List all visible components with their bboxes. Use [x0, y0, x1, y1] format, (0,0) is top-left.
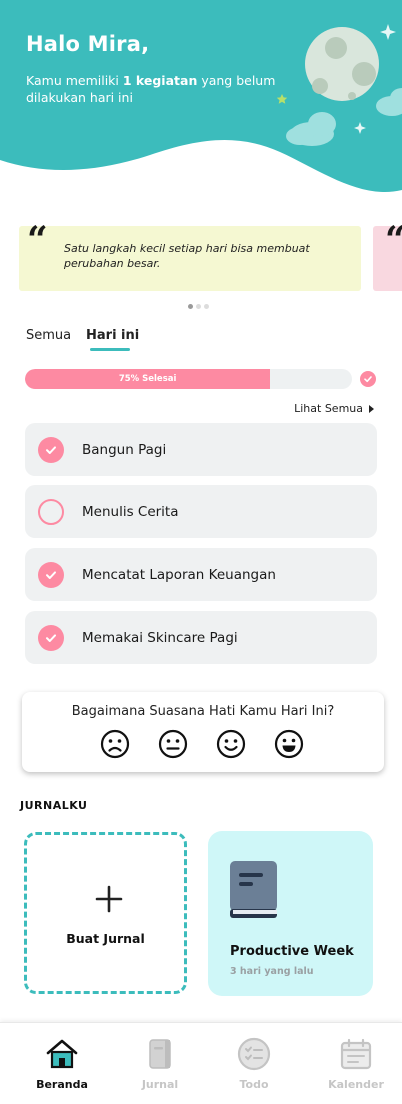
progress-label: 75% Selesai [118, 374, 177, 384]
neutral-face-icon[interactable] [158, 729, 188, 759]
carousel-dot[interactable] [196, 304, 201, 309]
checkbox-unchecked[interactable] [38, 498, 64, 525]
nav-label: Todo [239, 1078, 269, 1091]
mood-card: Bagaimana Suasana Hati Kamu Hari Ini? [22, 692, 384, 772]
task-item[interactable]: Menulis Cerita [25, 485, 377, 538]
tab-hari-ini[interactable]: Hari ini [86, 328, 139, 343]
task-label: Bangun Pagi [82, 441, 167, 458]
task-item[interactable]: Memakai Skincare Pagi [25, 611, 377, 664]
quote-mark-icon: “ [27, 219, 48, 261]
carousel-dot-active[interactable] [188, 304, 193, 309]
nav-label: Beranda [36, 1078, 88, 1091]
grin-face-icon[interactable] [274, 729, 304, 759]
mood-question: Bagaimana Suasana Hati Kamu Hari Ini? [71, 704, 335, 719]
progress-bar: 75% Selesai [25, 369, 352, 389]
create-journal-button[interactable]: Buat Jurnal [24, 832, 187, 994]
carousel-dot[interactable] [204, 304, 209, 309]
checkbox-checked[interactable] [38, 436, 64, 463]
smile-face-icon[interactable] [216, 729, 246, 759]
carousel-pagination [188, 304, 209, 309]
task-item[interactable]: Bangun Pagi [25, 423, 377, 476]
task-label: Menulis Cerita [82, 503, 179, 520]
book-icon [230, 861, 277, 918]
journal-entry-card[interactable]: Productive Week 3 hari yang lalu [208, 831, 373, 996]
journal-entry-date: 3 hari yang lalu [230, 966, 314, 977]
todo-icon [237, 1037, 271, 1071]
quote-card-next[interactable]: “ [373, 222, 402, 291]
task-label: Memakai Skincare Pagi [82, 629, 238, 646]
nav-label: Jurnal [141, 1078, 179, 1091]
journal-icon [149, 1039, 171, 1069]
moon-icon [305, 27, 379, 101]
progress-check-icon [360, 371, 376, 387]
see-all-label: Lihat Semua [294, 402, 363, 415]
quote-text: Satu langkah kecil setiap hari bisa memb… [64, 242, 310, 270]
header: Halo Mira, Kamu memiliki 1 kegiatan yang… [0, 0, 402, 205]
mood-options [100, 729, 304, 759]
task-label: Mencatat Laporan Keuangan [82, 566, 276, 583]
journal-section-title: JURNALKU [20, 799, 88, 812]
calendar-icon [340, 1038, 372, 1070]
tab-semua[interactable]: Semua [26, 328, 71, 343]
pending-count: 1 kegiatan [122, 73, 198, 88]
greeting-title: Halo Mira, [26, 32, 150, 56]
nav-item-beranda[interactable]: Beranda [22, 1037, 102, 1091]
active-tab-indicator [90, 348, 130, 351]
task-item[interactable]: Mencatat Laporan Keuangan [25, 548, 377, 601]
nav-item-jurnal[interactable]: Jurnal [120, 1037, 200, 1091]
quote-mark-icon: “ [385, 222, 402, 258]
journal-entry-title: Productive Week [230, 944, 354, 959]
quote-card[interactable]: “ Satu langkah kecil setiap hari bisa me… [19, 222, 361, 291]
see-all-link[interactable]: Lihat Semua [294, 402, 374, 415]
create-journal-label: Buat Jurnal [66, 931, 145, 946]
plus-icon [95, 885, 123, 913]
nav-label: Kalender [328, 1078, 384, 1091]
checkbox-checked[interactable] [38, 624, 64, 651]
nav-item-kalender[interactable]: Kalender [316, 1037, 396, 1091]
checkmark-icon [46, 570, 56, 579]
pending-activity-summary: Kamu memiliki 1 kegiatan yang belum dila… [26, 73, 276, 105]
sad-face-icon[interactable] [100, 729, 130, 759]
checkbox-checked[interactable] [38, 561, 64, 588]
checkmark-icon [46, 445, 56, 454]
progress-fill: 75% Selesai [25, 369, 271, 389]
caret-right-icon [369, 404, 374, 413]
bottom-navigation: Beranda Jurnal Todo Kalender [0, 1022, 402, 1104]
nav-item-todo[interactable]: Todo [214, 1037, 294, 1091]
home-icon [46, 1039, 78, 1069]
checkmark-icon [46, 633, 56, 642]
